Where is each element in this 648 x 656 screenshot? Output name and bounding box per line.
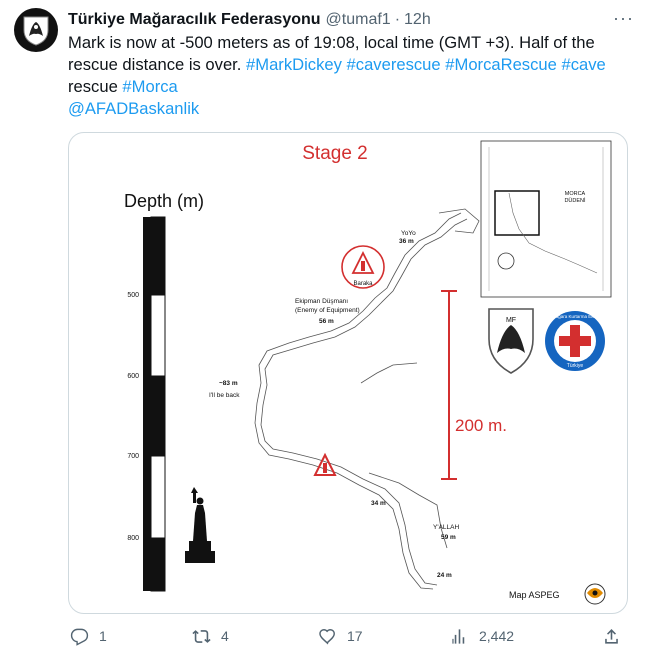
ruler-tick-800: 800 [127, 535, 139, 542]
inset-subtitle: DÜDENİ [564, 197, 586, 204]
author-handle[interactable]: @tumaf1 [326, 10, 391, 30]
label-illbeback-depth: ~83 m [219, 380, 238, 387]
map-credit: Map ASPEG [509, 590, 560, 600]
label-enemy-en: (Enemy of Equipment) [295, 307, 360, 314]
reply-icon [70, 628, 89, 646]
reply-button[interactable]: 1 [70, 627, 107, 646]
badge-top-text: Mağara Kurtarma Ekibi [552, 314, 598, 319]
depth-title: Depth (m) [124, 191, 204, 211]
author-name[interactable]: Türkiye Mağaracılık Federasyonu [68, 10, 321, 30]
like-button[interactable]: 17 [318, 627, 363, 646]
label-yallah: Y'ALLAH [433, 524, 459, 531]
hashtag-morcarescue[interactable]: #MorcaRescue [445, 55, 557, 74]
statue-of-liberty-silhouette [185, 487, 215, 563]
ruler-tick-600: 600 [127, 373, 139, 380]
badge-bottom-text: Türkiye [567, 363, 584, 369]
reply-count: 1 [99, 628, 107, 644]
label-yallah-depth: 59 m [441, 534, 456, 541]
label-baraka: Baraka [353, 281, 373, 287]
hashtag-markdickey[interactable]: #MarkDickey [246, 55, 342, 74]
label-depth-24: 24 m [437, 572, 452, 579]
separator-dot: · [394, 11, 401, 28]
distance-label: 200 m. [455, 416, 507, 435]
hashtag-morca[interactable]: #Morca [122, 77, 177, 96]
retweet-button[interactable]: 4 [192, 627, 229, 646]
retweet-icon [192, 629, 211, 643]
ruler-tick-700: 700 [127, 453, 139, 460]
label-yoyo: YoYo [401, 230, 416, 237]
tweet-header: Türkiye Mağaracılık Federasyonu @tumaf1 … [68, 10, 634, 30]
share-button[interactable] [602, 627, 621, 646]
stage-title: Stage 2 [302, 143, 368, 164]
timestamp[interactable]: 12h [404, 10, 431, 30]
inset-title: MORCA [565, 191, 586, 197]
label-enemy-tr: Ekipman Düşmanı [295, 298, 348, 305]
heart-icon [319, 628, 335, 645]
more-options-icon[interactable]: ··· [613, 9, 634, 27]
share-icon [605, 628, 618, 644]
avatar[interactable] [14, 8, 58, 52]
mention-afad[interactable]: @AFADBaskanlik [68, 99, 199, 118]
aspeg-logo [584, 583, 606, 605]
cave-passage [254, 208, 480, 590]
tweet-text: Mark is now at -500 meters as of 19:08, … [68, 32, 628, 120]
label-yoyo-depth: 36 m [399, 238, 414, 245]
bar-chart-icon [452, 628, 465, 644]
tweet-media-image[interactable]: Stage 2 Depth (m) 500 600 700 800 YoYo 3… [68, 132, 628, 614]
cave-map-figure: Stage 2 Depth (m) 500 600 700 800 YoYo 3… [124, 140, 612, 605]
depth-ruler [143, 216, 166, 592]
views-button[interactable]: 2,442 [450, 627, 514, 646]
label-depth-34: 34 m [371, 500, 386, 507]
like-count: 17 [347, 628, 363, 644]
mf-logo-label: MF [506, 317, 516, 324]
tweet-text-part2: rescue [68, 77, 123, 96]
lower-camp-marker [313, 452, 337, 476]
distance-scale-bar [441, 290, 457, 480]
federation-shield-icon [23, 16, 49, 46]
tweet-actions: 1 4 17 2,442 [68, 624, 628, 648]
cave-rescue-team-badge [545, 311, 605, 371]
label-enemy-depth: 56 m [319, 318, 334, 325]
hashtag-caverescue[interactable]: #caverescue [347, 55, 441, 74]
retweet-count: 4 [221, 628, 229, 644]
inset-overview-map [480, 140, 612, 298]
ruler-tick-500: 500 [127, 292, 139, 299]
label-illbeback: I'll be back [209, 392, 240, 399]
view-count: 2,442 [479, 628, 515, 644]
hashtag-cave[interactable]: #cave [562, 55, 606, 74]
